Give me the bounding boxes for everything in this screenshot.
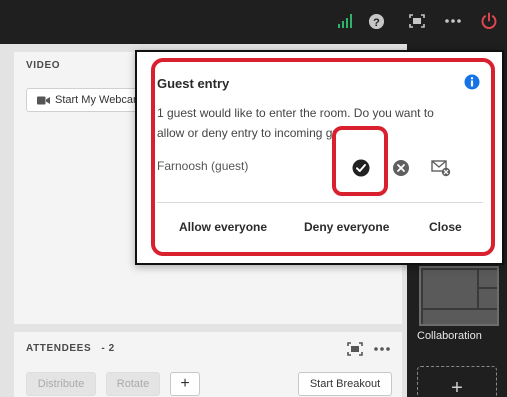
start-webcam-button[interactable]: Start My Webcam: [26, 88, 152, 112]
rotate-button[interactable]: Rotate: [106, 372, 160, 396]
start-breakout-button[interactable]: Start Breakout: [298, 372, 392, 396]
deny-with-message-icon[interactable]: [431, 158, 451, 178]
allow-guest-check-icon[interactable]: [351, 158, 371, 178]
more-icon[interactable]: [440, 8, 466, 34]
add-layout-button[interactable]: +: [417, 366, 497, 397]
guest-entry-dialog: Guest entry 1 guest would like to enter …: [135, 50, 504, 265]
add-breakout-room-button[interactable]: +: [170, 372, 200, 396]
fullscreen-icon[interactable]: [345, 341, 365, 357]
thumbnail-pod: [479, 289, 497, 308]
attendees-pod: ATTENDEES - 2 Distribute Rotate + Start …: [14, 332, 402, 397]
help-icon[interactable]: ?: [363, 8, 389, 34]
thumbnail-pod: [423, 270, 477, 308]
camera-icon: [37, 96, 50, 105]
deny-everyone-button[interactable]: Deny everyone: [304, 220, 389, 234]
top-bar: ?: [0, 0, 507, 44]
dialog-message: 1 guest would like to enter the room. Do…: [157, 106, 434, 140]
dialog-divider: [157, 202, 483, 203]
dialog-title: Guest entry: [157, 76, 230, 91]
attendees-title: ATTENDEES - 2: [26, 343, 115, 354]
collaboration-layout-thumbnail[interactable]: [419, 266, 499, 326]
guest-name: Farnoosh (guest): [157, 159, 249, 173]
power-icon[interactable]: [476, 8, 502, 34]
allow-everyone-button[interactable]: Allow everyone: [179, 220, 267, 234]
fullscreen-icon[interactable]: [404, 8, 430, 34]
distribute-button[interactable]: Distribute: [26, 372, 96, 396]
collaboration-layout-label: Collaboration: [417, 330, 482, 342]
svg-text:?: ?: [373, 16, 380, 28]
start-webcam-label: Start My Webcam: [55, 94, 143, 106]
video-pod-title: VIDEO: [26, 60, 61, 71]
deny-guest-x-icon[interactable]: [391, 158, 411, 178]
thumbnail-pod: [423, 310, 497, 324]
close-button[interactable]: Close: [429, 220, 462, 234]
more-icon[interactable]: [372, 341, 392, 357]
info-icon[interactable]: [464, 74, 480, 90]
thumbnail-pod: [479, 270, 497, 287]
signal-bars-icon[interactable]: [332, 8, 358, 34]
